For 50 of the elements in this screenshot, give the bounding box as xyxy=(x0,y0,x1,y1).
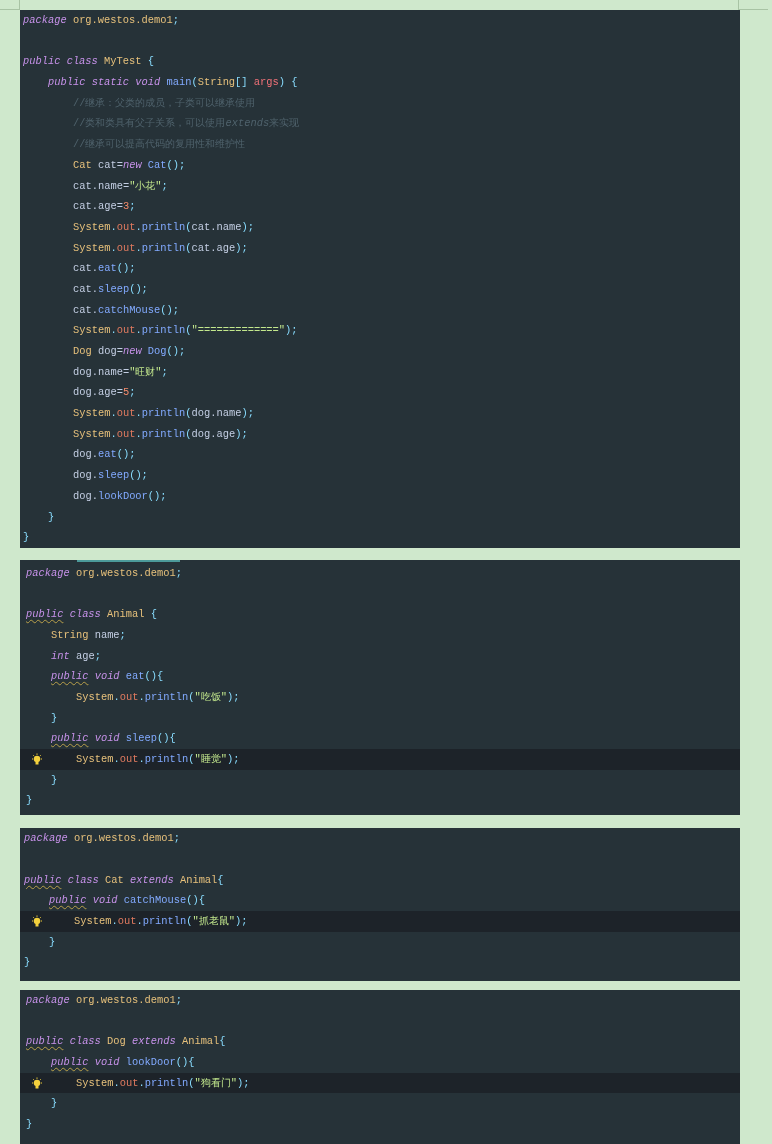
code-line: public class Cat extends Animal{ xyxy=(24,873,224,886)
code-line: cat.age=3; xyxy=(73,200,136,213)
code-line: Dog dog=new Dog(); xyxy=(73,345,186,357)
code-line: public void lookDoor(){ xyxy=(51,1056,195,1068)
code-line: package org.westos.demo1; xyxy=(23,14,179,26)
code-line: dog.lookDoor(); xyxy=(73,489,167,502)
code-line: public class Animal { xyxy=(26,608,157,621)
code-line: int age; xyxy=(51,649,101,662)
page-corner-mark xyxy=(738,0,768,10)
code-line: System.out.println("狗看门"); xyxy=(76,1076,250,1089)
code-line: } xyxy=(51,1097,58,1110)
code-line: package org.westos.demo1; xyxy=(26,993,182,1006)
lightbulb-icon[interactable] xyxy=(31,1076,43,1090)
code-line: public class MyTest { xyxy=(23,55,154,68)
code-line: } xyxy=(26,1118,33,1131)
code-line: String name; xyxy=(51,628,126,641)
code-line: package org.westos.demo1; xyxy=(26,566,182,579)
code-line: System.out.println(cat.name); xyxy=(73,220,254,233)
code-line: } xyxy=(51,711,58,724)
code-line: System.out.println("睡觉"); xyxy=(76,753,240,766)
code-line: System.out.println(cat.age); xyxy=(73,241,248,254)
code-line: cat.name="小花"; xyxy=(73,179,168,192)
code-line: public class Dog extends Animal{ xyxy=(26,1035,226,1048)
code-line: cat.sleep(); xyxy=(73,282,148,295)
code-line: System.out.println("============="); xyxy=(73,324,298,337)
code-line: package org.westos.demo1; xyxy=(24,832,180,845)
page-corner-mark xyxy=(0,0,20,10)
code-line: public void catchMouse(){ xyxy=(49,894,205,907)
code-line: cat.eat(); xyxy=(73,262,136,275)
code-line: System.out.println(dog.name); xyxy=(73,407,254,420)
code-line: System.out.println(dog.age); xyxy=(73,427,248,440)
code-line: } xyxy=(51,773,58,786)
code-line: public static void main(String[] args) { xyxy=(48,76,298,89)
code-line: } xyxy=(23,531,30,544)
code-line: dog.eat(); xyxy=(73,448,136,461)
lightbulb-icon[interactable] xyxy=(31,914,43,928)
code-line: dog.age=5; xyxy=(73,386,136,399)
code-line: System.out.println("抓老鼠"); xyxy=(74,914,248,927)
code-line: cat.catchMouse(); xyxy=(73,303,180,316)
code-line: Cat cat=new Cat(); xyxy=(73,158,186,171)
code-line: public void eat(){ xyxy=(51,670,164,683)
code-line: } xyxy=(26,794,33,807)
code-line: dog.name="旺财"; xyxy=(73,365,168,378)
code-line: } xyxy=(24,956,31,969)
code-line: } xyxy=(49,935,56,948)
code-line: dog.sleep(); xyxy=(73,469,148,482)
code-line: System.out.println("吃饭"); xyxy=(76,691,240,703)
lightbulb-icon[interactable] xyxy=(31,753,43,767)
code-line: } xyxy=(48,510,55,523)
code-line: public void sleep(){ xyxy=(51,732,176,745)
